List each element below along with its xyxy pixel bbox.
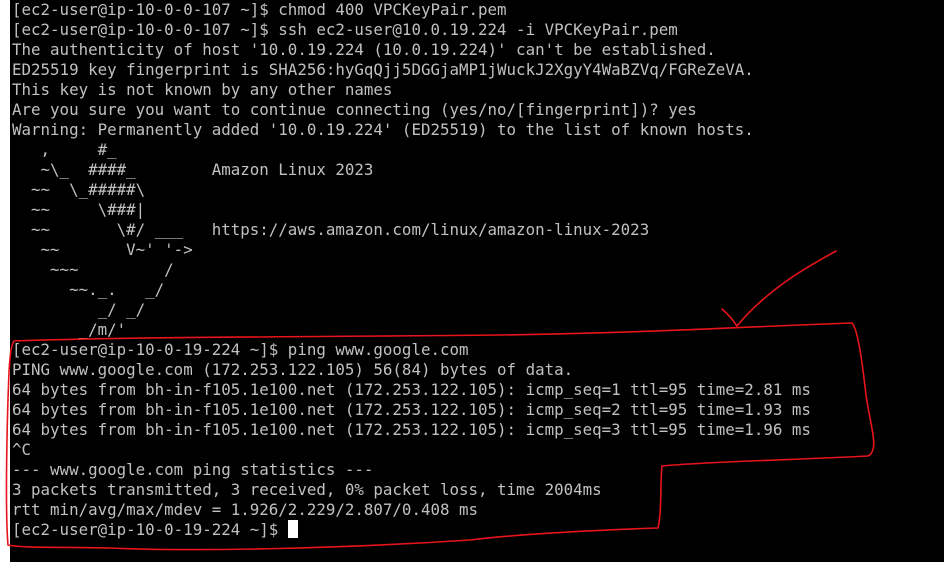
terminal-line-text: The authenticity of host '10.0.19.224 (1… [12, 40, 716, 59]
terminal-line: rtt min/avg/max/mdev = 1.926/2.229/2.807… [12, 500, 811, 520]
terminal-line: _/m/' [12, 320, 811, 340]
terminal-line-text: [ec2-user@ip-10-0-19-224 ~]$ ping www.go… [12, 340, 469, 359]
terminal-line-text: ~~ \###| [12, 200, 146, 219]
terminal-line: Warning: Permanently added '10.0.19.224'… [12, 120, 811, 140]
terminal-line: _/ _/ [12, 300, 811, 320]
terminal-line-text: ~\_ ####_ Amazon Linux 2023 [12, 160, 374, 179]
terminal-line: 64 bytes from bh-in-f105.1e100.net (172.… [12, 380, 811, 400]
terminal-line-text: [ec2-user@ip-10-0-0-107 ~]$ ssh ec2-user… [12, 20, 678, 39]
terminal-line-text: --- www.google.com ping statistics --- [12, 460, 374, 479]
terminal-line: The authenticity of host '10.0.19.224 (1… [12, 40, 811, 60]
terminal-line-text: 3 packets transmitted, 3 received, 0% pa… [12, 480, 602, 499]
terminal-line-text: PING www.google.com (172.253.122.105) 56… [12, 360, 574, 379]
terminal-line-text: Warning: Permanently added '10.0.19.224'… [12, 120, 754, 139]
terminal-line-text: _/ _/ [12, 300, 146, 319]
terminal-window[interactable]: [ec2-user@ip-10-0-0-107 ~]$ chmod 400 VP… [10, 0, 944, 562]
terminal-line-text: 64 bytes from bh-in-f105.1e100.net (172.… [12, 400, 811, 419]
terminal-line: PING www.google.com (172.253.122.105) 56… [12, 360, 811, 380]
terminal-line: ~~._. _/ [12, 280, 811, 300]
terminal-line-text: ~~ \_#####\ [12, 180, 146, 199]
terminal-line: ED25519 key fingerprint is SHA256:hyGqQj… [12, 60, 811, 80]
terminal-line: 64 bytes from bh-in-f105.1e100.net (172.… [12, 400, 811, 420]
terminal-line: --- www.google.com ping statistics --- [12, 460, 811, 480]
terminal-line: ~~ V~' '-> [12, 240, 811, 260]
terminal-line-text: ^C [12, 440, 32, 459]
terminal-line-text: _/m/' [12, 320, 127, 339]
terminal-line-text: , #_ [12, 140, 117, 159]
terminal-line: This key is not known by any other names [12, 80, 811, 100]
terminal-line-text: ~~ V~' '-> [12, 240, 193, 259]
terminal-line-text: [ec2-user@ip-10-0-19-224 ~]$ [12, 520, 288, 539]
terminal-output: [ec2-user@ip-10-0-0-107 ~]$ chmod 400 VP… [12, 0, 811, 540]
terminal-line: , #_ [12, 140, 811, 160]
terminal-line-text: This key is not known by any other names [12, 80, 393, 99]
terminal-line: ~\_ ####_ Amazon Linux 2023 [12, 160, 811, 180]
terminal-line-text: 64 bytes from bh-in-f105.1e100.net (172.… [12, 380, 811, 399]
terminal-line: ~~ \#/ ___ https://aws.amazon.com/linux/… [12, 220, 811, 240]
terminal-line: 3 packets transmitted, 3 received, 0% pa… [12, 480, 811, 500]
terminal-line-text: Are you sure you want to continue connec… [12, 100, 697, 119]
terminal-line-text: ~~ \#/ ___ https://aws.amazon.com/linux/… [12, 220, 650, 239]
terminal-line-text: rtt min/avg/max/mdev = 1.926/2.229/2.807… [12, 500, 479, 519]
terminal-line-text: ED25519 key fingerprint is SHA256:hyGqQj… [12, 60, 754, 79]
terminal-line: ~~ \###| [12, 200, 811, 220]
terminal-line: [ec2-user@ip-10-0-19-224 ~]$ [12, 520, 811, 540]
terminal-line-text: ~~._. _/ [12, 280, 165, 299]
terminal-line: [ec2-user@ip-10-0-0-107 ~]$ chmod 400 VP… [12, 0, 811, 20]
terminal-line: Are you sure you want to continue connec… [12, 100, 811, 120]
terminal-line: ~~ \_#####\ [12, 180, 811, 200]
terminal-line: [ec2-user@ip-10-0-0-107 ~]$ ssh ec2-user… [12, 20, 811, 40]
terminal-line-text: 64 bytes from bh-in-f105.1e100.net (172.… [12, 420, 811, 439]
terminal-line: 64 bytes from bh-in-f105.1e100.net (172.… [12, 420, 811, 440]
terminal-line: ~~~ / [12, 260, 811, 280]
terminal-line-text: ~~~ / [12, 260, 174, 279]
terminal-cursor [287, 520, 298, 538]
terminal-line: [ec2-user@ip-10-0-19-224 ~]$ ping www.go… [12, 340, 811, 360]
terminal-line: ^C [12, 440, 811, 460]
terminal-line-text: [ec2-user@ip-10-0-0-107 ~]$ chmod 400 VP… [12, 0, 507, 19]
